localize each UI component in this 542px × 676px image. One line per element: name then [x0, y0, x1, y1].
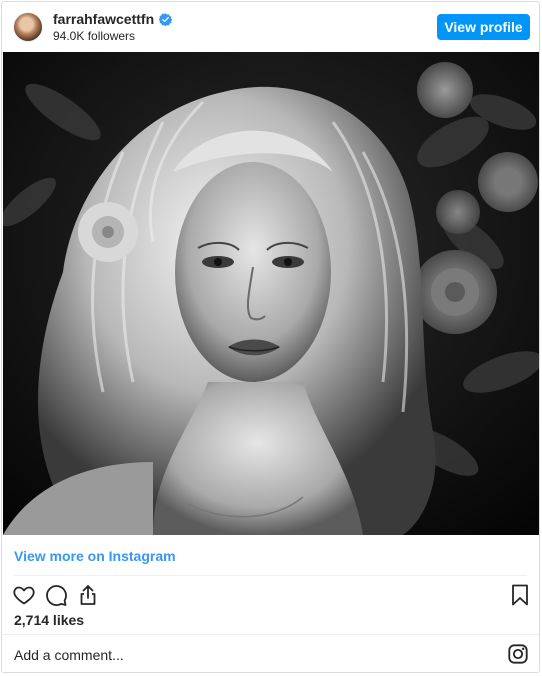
instagram-logo-icon[interactable]: [507, 643, 529, 665]
heart-icon[interactable]: [12, 583, 36, 607]
divider: [14, 575, 527, 576]
portrait-image: [3, 52, 539, 535]
avatar[interactable]: [13, 12, 43, 42]
like-count: 2,714 likes: [14, 612, 85, 628]
verified-badge-icon: [159, 12, 173, 26]
username[interactable]: farrahfawcettfn: [53, 11, 154, 27]
post-photo[interactable]: [3, 52, 539, 535]
username-row: farrahfawcettfn: [53, 11, 173, 27]
comment-input[interactable]: [14, 647, 484, 663]
share-icon[interactable]: [76, 583, 100, 607]
follower-count: 94.0K followers: [53, 29, 136, 43]
instagram-embed-card: farrahfawcettfn 94.0K followers View pro…: [1, 1, 540, 673]
post-actions: [2, 580, 539, 610]
view-profile-button[interactable]: View profile: [437, 14, 530, 40]
post-header: farrahfawcettfn 94.0K followers View pro…: [2, 2, 539, 52]
view-more-link[interactable]: View more on Instagram: [14, 548, 176, 564]
bookmark-icon[interactable]: [508, 583, 532, 607]
comment-icon[interactable]: [44, 583, 68, 607]
divider: [2, 634, 539, 635]
